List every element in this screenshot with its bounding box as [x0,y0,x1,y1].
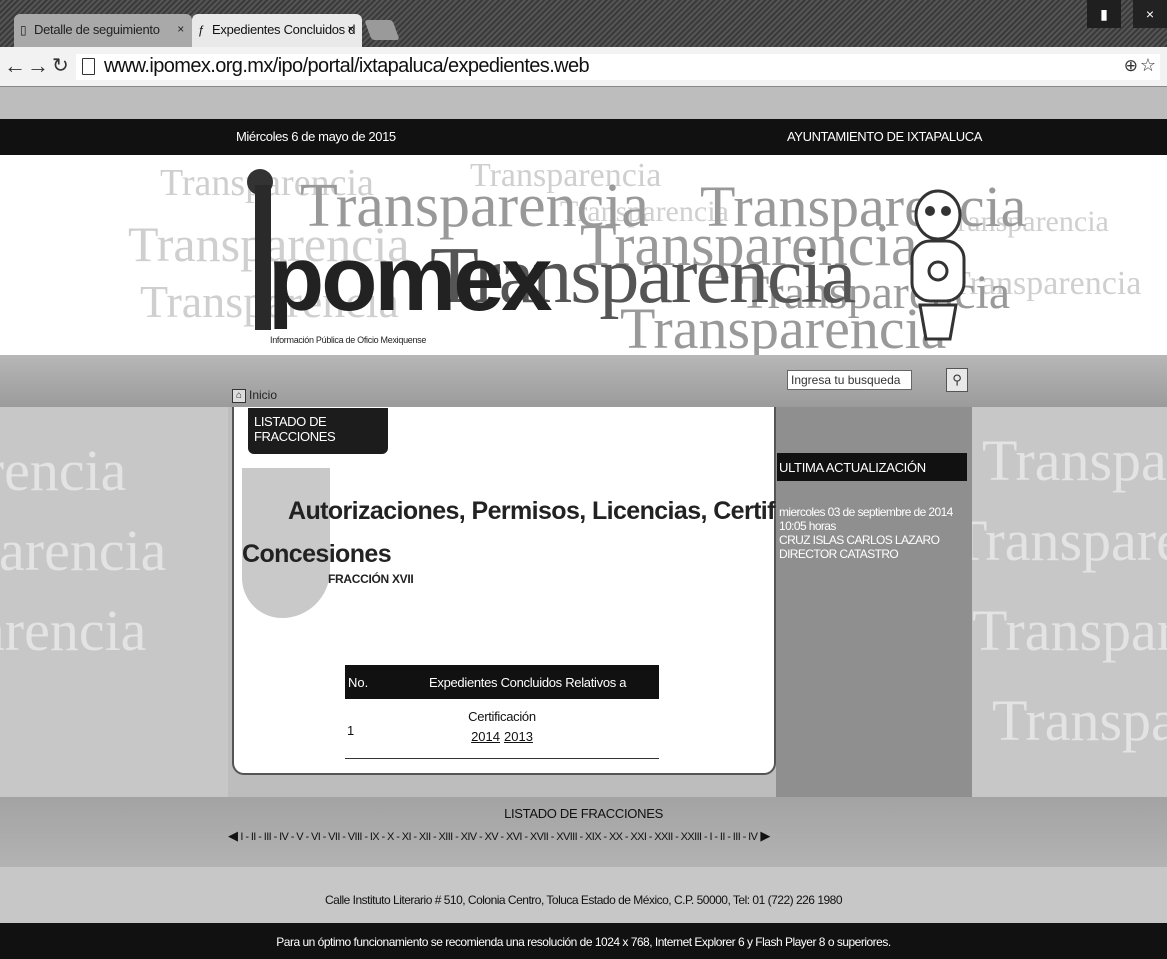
fractions-nav[interactable]: ◀ I - II - III - IV - V - VI - VII - VII… [228,828,968,844]
table-row: 1 Certificación 2014 2013 [345,699,659,759]
home-icon: ⌂ [232,388,246,403]
fraction-label: FRACCIÓN XVII [328,572,414,586]
bookmark-star-icon[interactable]: ☆ [1140,55,1156,76]
search-button[interactable]: ⚲ [946,368,968,392]
row-years: 2014 2013 [345,729,659,744]
side-watermark: Transparencia [0,438,127,503]
footer-note: Para un óptimo funcionamiento se recomie… [276,935,891,949]
browser-tab-strip: ▯ Detalle de seguimiento × ƒ Expedientes… [0,0,1167,47]
tab-close-icon[interactable]: × [177,22,184,36]
home-link[interactable]: ⌂ Inicio [232,388,277,403]
fractions-list-tab[interactable]: LISTADO DE FRACCIONES [248,408,388,454]
new-tab-button[interactable] [364,20,400,40]
back-arrow-icon[interactable]: ← [4,54,26,78]
user-profile-icon[interactable]: ▮ [1087,0,1121,28]
home-label: Inicio [249,388,278,402]
tab-close-icon[interactable]: × [347,22,354,36]
site-favicon-icon: ƒ [198,23,205,37]
side-watermark: Transparencia [992,688,1167,753]
side-watermark: Transparencia [972,598,1167,663]
year-link-2014[interactable]: 2014 [471,729,500,744]
site-logo[interactable]: pomex [268,233,553,325]
entity-name: AYUNTAMIENTO DE IXTAPALUCA [787,129,982,144]
right-side-panel: Transparencia Transparencia Transparenci… [972,407,1167,797]
update-time: 10:05 horas [779,519,836,533]
side-watermark: Transparencia [982,428,1167,493]
url-text[interactable]: www.ipomex.org.mx/ipo/portal/ixtapaluca/… [104,55,590,78]
browser-tab-inactive[interactable]: ▯ Detalle de seguimiento × [14,14,192,47]
records-table: No. Expedientes Concluidos Relativos a 1… [345,665,659,759]
browser-toolbar: ← → ↻ www.ipomex.org.mx/ipo/portal/ixtap… [0,47,1167,87]
reload-icon[interactable]: ↻ [52,54,69,78]
nav-band: ⌂ Inicio [0,355,1167,407]
fractions-title: LISTADO DE FRACCIONES [504,806,663,821]
row-name: Certificación [468,709,536,724]
search-icon: ⚲ [952,372,962,387]
current-date: Miércoles 6 de mayo de 2015 [236,129,396,144]
footer-address: Calle Instituto Literario # 510, Colonia… [324,893,843,907]
tab-label: Expedientes Concluidos d [212,22,356,37]
update-person: CRUZ ISLAS CARLOS LAZARO [779,533,940,547]
fractions-next-arrow-icon[interactable]: ▶ [757,828,770,843]
update-details: miercoles 03 de septiembre de 2014 10:05… [779,505,964,561]
side-watermark: Transparencia [0,598,147,663]
page-favicon-icon: ▯ [20,23,27,37]
page-title-continued: Concesiones [242,540,392,568]
column-header-title: Expedientes Concluidos Relativos a [429,675,627,690]
mascot-figure-icon [910,189,966,341]
site-top-band: Miércoles 6 de mayo de 2015 AYUNTAMIENTO… [0,119,1167,155]
column-header-no: No. [348,675,369,690]
zoom-icon[interactable]: ⊕ [1124,56,1138,76]
side-watermark: Transparencia [972,508,1167,573]
browser-tab-active[interactable]: ƒ Expedientes Concluidos d × [192,14,362,47]
left-side-panel: Transparencia Transparencia Transparenci… [0,407,228,797]
address-bar[interactable]: www.ipomex.org.mx/ipo/portal/ixtapaluca/… [76,54,1160,80]
side-watermark: Transparencia [0,518,167,583]
page-icon [82,58,95,75]
fractions-items[interactable]: I - II - III - IV - V - VI - VII - VIII … [240,831,758,843]
update-date: miercoles 03 de septiembre de 2014 [779,505,953,519]
forward-arrow-icon[interactable]: → [27,54,49,78]
logo-subtitle: Información Pública de Oficio Mexiquense [270,335,427,345]
year-link-2013[interactable]: 2013 [504,729,533,744]
table-header: No. Expedientes Concluidos Relativos a [345,665,659,699]
site-banner: Transparencia Transparencia Transparenci… [0,155,1167,355]
tab-label: Detalle de seguimiento [34,22,160,37]
search-input[interactable] [787,370,912,390]
update-role: DIRECTOR CATASTRO [779,547,899,561]
fractions-prev-arrow-icon[interactable]: ◀ [228,828,240,843]
update-heading: ULTIMA ACTUALIZACIÓN [777,453,967,481]
window-close-button[interactable]: × [1133,0,1167,28]
